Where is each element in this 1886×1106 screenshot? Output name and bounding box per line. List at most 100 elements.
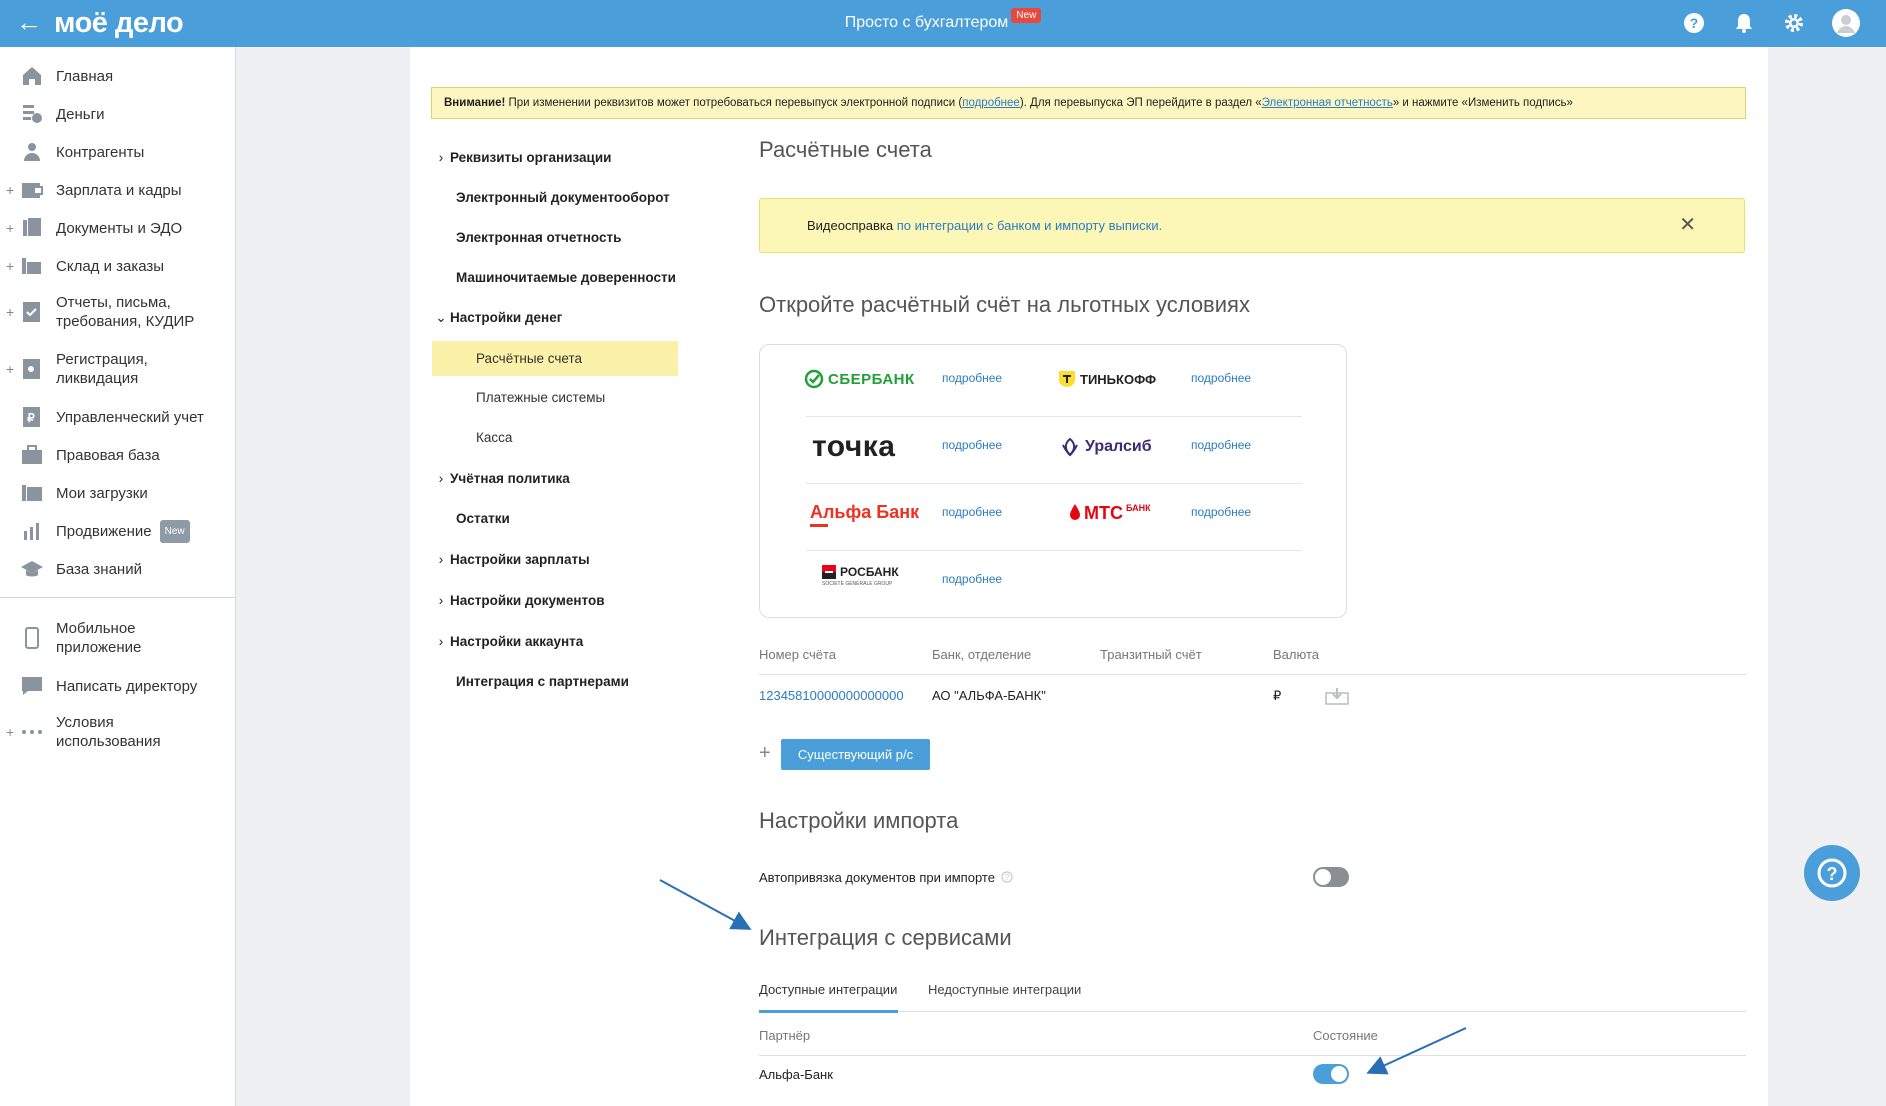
settings-nav-label: Настройки аккаунта: [450, 634, 584, 649]
settings-nav-poa[interactable]: Машиночитаемые доверенности: [432, 267, 678, 289]
autolink-toggle[interactable]: [1313, 867, 1349, 887]
sidebar-item-mobile[interactable]: Мобильное приложение: [0, 618, 236, 658]
reports-icon: [23, 302, 40, 322]
floating-help-button[interactable]: ?: [1804, 845, 1860, 901]
sidebar-item-label: Мои загрузки: [56, 484, 148, 502]
info-icon[interactable]: ?: [1001, 871, 1013, 883]
settings-nav-cash[interactable]: Касса: [432, 427, 678, 449]
settings-nav-policy[interactable]: › Учётная политика: [432, 468, 678, 490]
rosbank-logo-text: РОСБАНК: [840, 565, 899, 579]
column-header-bank[interactable]: Банк, отделение: [932, 647, 1031, 662]
tinkoff-logo[interactable]: ТИНЬКОФФ: [1058, 370, 1156, 388]
settings-nav-label: Учётная политика: [450, 471, 570, 486]
column-header-currency[interactable]: Валюта: [1273, 647, 1319, 662]
column-header-partner: Партнёр: [759, 1028, 811, 1043]
uralsib-more-link[interactable]: подробнее: [1191, 438, 1251, 452]
sidebar-item-label: Главная: [56, 67, 114, 85]
sidebar-item-documents[interactable]: + Документы и ЭДО: [0, 216, 236, 240]
sidebar-item-label: Документы и ЭДО: [56, 219, 183, 237]
alfa-logo[interactable]: Альфа Банк: [810, 502, 919, 527]
sidebar-item-write-director[interactable]: Написать директору: [0, 674, 236, 698]
help-icon[interactable]: ?: [1681, 10, 1707, 36]
alfa-integration-toggle[interactable]: [1313, 1064, 1349, 1084]
video-help-link[interactable]: по интеграции с банком и импорту выписки…: [897, 218, 1163, 233]
tinkoff-more-link[interactable]: подробнее: [1191, 371, 1251, 385]
tochka-logo[interactable]: точка: [812, 430, 896, 464]
sidebar-item-label-text: Продвижение: [56, 522, 152, 540]
settings-nav-payment-systems[interactable]: Платежные системы: [432, 387, 678, 409]
registration-icon: [23, 359, 40, 379]
sidebar-item-reports[interactable]: + Отчеты, письма, требования, КУДИР: [0, 292, 236, 332]
tab-available-integrations[interactable]: Доступные интеграции: [759, 982, 897, 997]
sidebar-item-label: Регистрация, ликвидация: [56, 351, 148, 387]
mts-logo-text: МТС: [1084, 503, 1123, 523]
mts-logo[interactable]: МТС БАНК: [1069, 503, 1151, 524]
expand-plus-icon[interactable]: +: [6, 304, 14, 320]
column-header-account-number[interactable]: Номер счёта: [759, 647, 836, 662]
download-statement-icon[interactable]: [1325, 687, 1349, 705]
expand-plus-icon[interactable]: +: [6, 258, 14, 274]
column-header-transit[interactable]: Транзитный счёт: [1100, 647, 1202, 662]
sidebar-item-salary[interactable]: + Зарплата и кадры: [0, 178, 236, 202]
gear-icon[interactable]: [1781, 10, 1807, 36]
tabs-divider: [759, 1011, 1746, 1012]
settings-nav-salary[interactable]: › Настройки зарплаты: [432, 549, 678, 571]
sber-more-link[interactable]: подробнее: [942, 371, 1002, 385]
page-title: Расчётные счета: [759, 137, 932, 162]
settings-nav-label: Электронная отчетность: [456, 230, 622, 245]
sidebar-item-management[interactable]: ₽ Управленческий учет: [0, 405, 236, 429]
bank-offers-card: СБЕРБАНК подробнее ТИНЬКОФФ подробнее то…: [759, 344, 1347, 618]
sidebar-item-warehouse[interactable]: + Склад и заказы: [0, 254, 236, 278]
sidebar-item-knowledge[interactable]: База знаний: [0, 557, 236, 581]
close-icon[interactable]: ✕: [1679, 199, 1696, 252]
uralsib-logo-icon: [1062, 437, 1078, 457]
settings-nav-partners[interactable]: Интеграция с партнерами: [432, 671, 678, 693]
expand-plus-icon[interactable]: +: [6, 182, 14, 198]
more-dots-icon: [22, 730, 42, 734]
sidebar-item-legal[interactable]: Правовая база: [0, 443, 236, 467]
settings-nav-balances[interactable]: Остатки: [432, 508, 678, 530]
briefcase-icon: [22, 445, 42, 464]
settings-nav-money[interactable]: ⌄ Настройки денег: [432, 307, 678, 329]
settings-nav-requisites[interactable]: › Реквизиты организации: [432, 147, 678, 169]
settings-nav-account[interactable]: › Настройки аккаунта: [432, 631, 678, 653]
uralsib-logo[interactable]: Уралсиб: [1060, 437, 1152, 457]
account-number-link[interactable]: 12345810000000000000: [759, 688, 904, 703]
settings-nav-edo[interactable]: Электронный документооборот: [432, 187, 678, 209]
settings-nav-label: Настройки документов: [450, 593, 605, 608]
sidebar-item-terms[interactable]: + Условия использования: [0, 712, 236, 752]
tab-unavailable-integrations[interactable]: Недоступные интеграции: [928, 982, 1081, 997]
user-avatar-icon[interactable]: [1831, 8, 1861, 38]
expand-plus-icon[interactable]: +: [6, 724, 14, 740]
sidebar-item-registration[interactable]: + Регистрация, ликвидация: [0, 349, 236, 389]
expand-plus-icon[interactable]: +: [6, 361, 14, 377]
sidebar-item-downloads[interactable]: Мои загрузки: [0, 481, 236, 505]
settings-nav-label: Настройки денег: [450, 310, 563, 325]
account-bank: АО "АЛЬФА-БАНК": [932, 688, 1046, 703]
sidebar-item-promotion[interactable]: Продвижение New: [0, 519, 236, 543]
expand-plus-icon[interactable]: +: [6, 220, 14, 236]
sidebar-item-contractors[interactable]: Контрагенты: [0, 140, 236, 164]
add-account-plus-icon[interactable]: +: [759, 742, 771, 765]
integration-title: Интеграция с сервисами: [759, 925, 1012, 950]
existing-account-button[interactable]: Существующий р/с: [781, 739, 930, 770]
settings-nav-documents[interactable]: › Настройки документов: [432, 590, 678, 612]
warning-more-link[interactable]: подробнее: [962, 97, 1020, 109]
chart-icon: [24, 523, 39, 540]
row-divider: [806, 550, 1302, 551]
electronic-reporting-link[interactable]: Электронная отчетность: [1262, 97, 1393, 109]
mts-more-link[interactable]: подробнее: [1191, 505, 1251, 519]
settings-nav-accounts[interactable]: Расчётные счета: [432, 341, 678, 376]
alfa-more-link[interactable]: подробнее: [942, 505, 1002, 519]
tochka-more-link[interactable]: подробнее: [942, 438, 1002, 452]
header-title-text[interactable]: Просто с бухгалтером: [845, 14, 1009, 31]
sidebar-item-label: Контрагенты: [56, 143, 145, 161]
settings-nav-label: Касса: [476, 430, 513, 445]
settings-nav-reporting[interactable]: Электронная отчетность: [432, 227, 678, 249]
rosbank-more-link[interactable]: подробнее: [942, 572, 1002, 586]
sidebar-item-home[interactable]: Главная: [0, 64, 236, 88]
bell-icon[interactable]: [1731, 10, 1757, 36]
sidebar-item-money[interactable]: Деньги: [0, 102, 236, 126]
sber-logo[interactable]: СБЕРБАНК: [804, 369, 915, 389]
rosbank-logo[interactable]: РОСБАНК SOCIETE GENERALE GROUP: [822, 565, 899, 587]
